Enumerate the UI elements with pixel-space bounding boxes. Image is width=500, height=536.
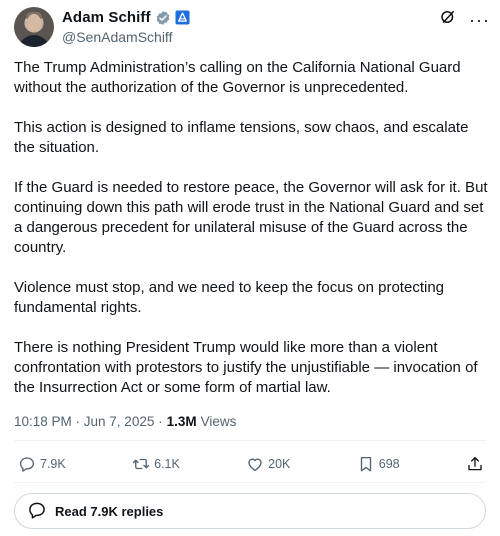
tweet-meta: 10:18 PM · Jun 7, 2025 · 1.3M Views bbox=[14, 414, 236, 429]
tweet-paragraph: Violence must stop, and we need to keep … bbox=[14, 279, 445, 316]
avatar[interactable] bbox=[14, 7, 54, 47]
repost-button[interactable]: 6.1K bbox=[132, 455, 180, 473]
heart-icon bbox=[246, 455, 264, 473]
bookmark-button[interactable]: 698 bbox=[357, 455, 400, 473]
like-count: 20K bbox=[268, 457, 291, 471]
reply-icon bbox=[27, 500, 47, 523]
read-replies-button[interactable]: Read 7.9K replies bbox=[14, 493, 486, 529]
share-button[interactable] bbox=[466, 455, 484, 473]
share-icon bbox=[466, 455, 484, 473]
tweet-paragraph: This action is designed to inflame tensi… bbox=[14, 119, 469, 156]
tweet-header: Adam Schiff @SenAdamSchiff ··· bbox=[0, 0, 500, 56]
divider bbox=[14, 482, 486, 483]
author-row: Adam Schiff bbox=[62, 9, 190, 26]
grok-icon[interactable] bbox=[439, 8, 457, 31]
reply-icon bbox=[18, 455, 36, 473]
reply-count: 7.9K bbox=[40, 457, 66, 471]
read-replies-label: Read 7.9K replies bbox=[55, 503, 164, 519]
bookmark-count: 698 bbox=[378, 457, 400, 471]
views-label: Views bbox=[200, 414, 237, 429]
views-count: 1.3M bbox=[166, 414, 197, 429]
author-handle[interactable]: @SenAdamSchiff bbox=[62, 29, 172, 45]
divider bbox=[14, 440, 486, 441]
government-badge-icon bbox=[175, 10, 190, 25]
more-icon[interactable]: ··· bbox=[469, 11, 490, 29]
reply-button[interactable]: 7.9K bbox=[18, 455, 66, 473]
bookmark-icon bbox=[357, 455, 375, 473]
repost-icon bbox=[132, 455, 150, 473]
verified-check-icon bbox=[155, 10, 171, 26]
tweet-paragraph: The Trump Administration’s calling on th… bbox=[14, 59, 461, 96]
tweet-text: The Trump Administration’s calling on th… bbox=[14, 58, 492, 418]
author-name[interactable]: Adam Schiff bbox=[62, 9, 151, 26]
tweet-paragraph: There is nothing President Trump would l… bbox=[14, 339, 478, 396]
repost-count: 6.1K bbox=[154, 457, 180, 471]
tweet-paragraph: If the Guard is needed to restore peace,… bbox=[14, 179, 488, 256]
action-bar: 7.9K 6.1K 20K 698 bbox=[18, 455, 484, 473]
like-button[interactable]: 20K bbox=[246, 455, 290, 473]
top-actions: ··· bbox=[439, 8, 490, 31]
timestamp[interactable]: 10:18 PM · Jun 7, 2025 · bbox=[14, 414, 163, 429]
